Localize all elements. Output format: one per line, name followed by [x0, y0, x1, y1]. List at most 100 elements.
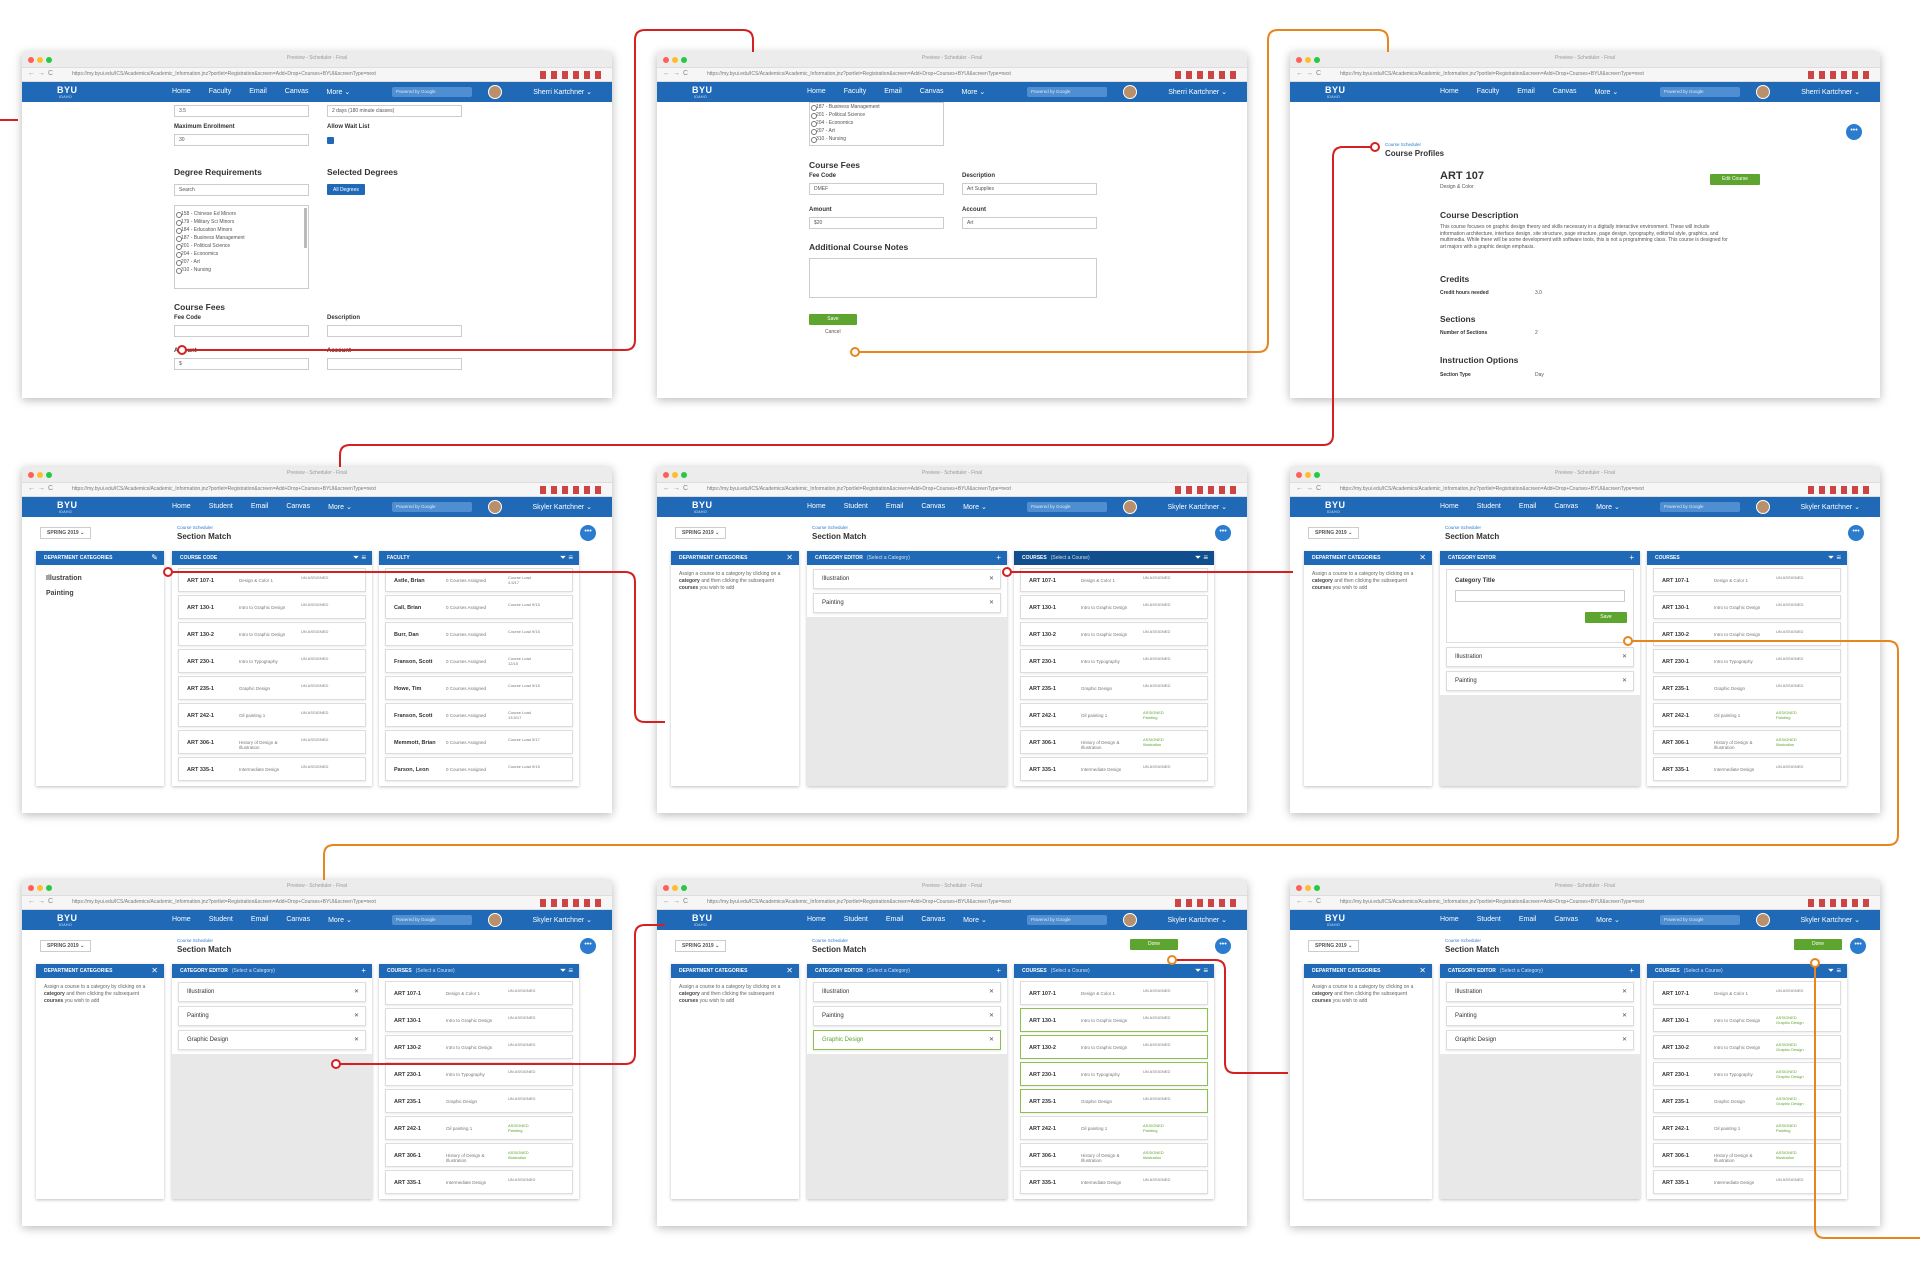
category-row[interactable]: Painting ✕ [813, 1006, 1001, 1026]
filter-icon[interactable]: ⏷ ≡ [1195, 966, 1208, 976]
browser-nav-buttons[interactable]: ←→C [663, 485, 691, 492]
course-row[interactable]: ART 235-1 Graphic Design UN ASSIGNED [1653, 676, 1841, 700]
nav-email[interactable]: Email [886, 503, 904, 511]
course-row[interactable]: ART 242-1 Oil painting 1 ASSIGNED Painting [1020, 1116, 1208, 1140]
nav-more[interactable]: More ⌄ [962, 88, 986, 96]
byu-logo[interactable]: BYU [1325, 85, 1346, 95]
nav-home[interactable]: Home [807, 88, 826, 96]
nav-email[interactable]: Email [886, 916, 904, 924]
save-button[interactable]: Save [809, 314, 857, 325]
browser-nav-buttons[interactable]: ←→C [1296, 485, 1324, 492]
course-row[interactable]: ART 130-2 Intro to Graphic Design UN ASSIG… [1020, 622, 1208, 646]
course-row[interactable]: ART 235-1 Graphic Design ASSIGNED Graphic … [1653, 1089, 1841, 1113]
chat-button[interactable]: ••• [1215, 525, 1231, 541]
close-icon[interactable]: ✕ [1419, 553, 1426, 562]
course-row[interactable]: ART 242-1 Oil painting 1 ASSIGNED Painting [1653, 1116, 1841, 1140]
avatar[interactable] [1756, 500, 1770, 514]
breadcrumb[interactable]: Course Scheduler [177, 938, 213, 943]
list-item[interactable]: 310 - Nursing [810, 135, 943, 143]
account-field[interactable]: Art [962, 217, 1097, 229]
semester-select[interactable]: SPRING 2019 ⌄ [1308, 527, 1360, 539]
user-menu[interactable]: Skyler Kartchner ⌄ [1167, 916, 1227, 924]
course-row[interactable]: ART 335-1 Intermediate Design UN ASSIGNED [178, 757, 366, 781]
filter-icon[interactable]: ⏷ ≡ [560, 966, 573, 976]
fee-description-field[interactable] [327, 325, 462, 337]
byu-logo[interactable]: BYU [57, 85, 78, 95]
search-input[interactable]: Powered by Google [1027, 915, 1107, 925]
course-row[interactable]: ART 130-2 Intro to Graphic Design UN ASSIG… [385, 1035, 573, 1059]
list-item[interactable]: 201 - Political Science [175, 242, 308, 250]
chat-button[interactable]: ••• [1846, 124, 1862, 140]
address-bar[interactable]: https://my.byui.edu/ICS/Academics/Academ… [1340, 899, 1800, 907]
chat-button[interactable]: ••• [580, 938, 596, 954]
category-row[interactable]: Graphic Design ✕ [178, 1030, 366, 1050]
browser-nav-buttons[interactable]: ←→C [663, 70, 691, 77]
byu-logo[interactable]: BYU [692, 85, 713, 95]
close-icon[interactable]: ✕ [989, 575, 994, 582]
breadcrumb[interactable]: Course Scheduler [1445, 525, 1481, 530]
close-icon[interactable]: ✕ [989, 988, 994, 995]
address-bar[interactable]: https://my.byui.edu/ICS/Academics/Academ… [707, 486, 1167, 494]
list-item[interactable]: 187 - Business Management [175, 234, 308, 242]
chat-button[interactable]: ••• [1848, 525, 1864, 541]
close-icon[interactable]: ✕ [354, 1012, 359, 1019]
faculty-row[interactable]: Parson, Leon 0 Courses Assigned Course Loa… [385, 757, 573, 781]
course-row[interactable]: ART 130-2 Intro to Graphic Design UN ASSIG… [1653, 622, 1841, 646]
edit-icon[interactable]: ✎ [151, 553, 158, 562]
course-row[interactable]: ART 130-2 Intro to Graphic Design UN ASSIG… [178, 622, 366, 646]
user-menu[interactable]: Skyler Kartchner ⌄ [532, 916, 592, 924]
semester-select[interactable]: SPRING 2019 ⌄ [675, 940, 727, 952]
address-bar[interactable]: https://my.byui.edu/ICS/Academics/Academ… [707, 71, 1167, 79]
avatar[interactable] [1756, 913, 1770, 927]
save-button[interactable]: Save [1585, 612, 1627, 623]
address-bar[interactable]: https://my.byui.edu/ICS/Academics/Academ… [72, 71, 532, 79]
list-scrollbar[interactable] [304, 208, 307, 248]
nav-canvas[interactable]: Canvas [286, 916, 310, 924]
nav-more[interactable]: More ⌄ [1596, 916, 1620, 924]
nav-home[interactable]: Home [172, 503, 191, 511]
done-button[interactable]: Done [1794, 939, 1842, 950]
breadcrumb[interactable]: Course Scheduler [1385, 142, 1421, 147]
address-bar[interactable]: https://my.byui.edu/ICS/Academics/Academ… [1340, 486, 1800, 494]
search-input[interactable]: Powered by Google [1660, 915, 1740, 925]
search-input[interactable]: Powered by Google [392, 915, 472, 925]
nav-student[interactable]: Student [844, 503, 868, 511]
nav-more[interactable]: More ⌄ [1596, 503, 1620, 511]
nav-student[interactable]: Student [1477, 916, 1501, 924]
nav-student[interactable]: Student [209, 503, 233, 511]
close-icon[interactable]: ✕ [354, 988, 359, 995]
user-menu[interactable]: Skyler Kartchner ⌄ [532, 503, 592, 511]
nav-home[interactable]: Home [807, 503, 826, 511]
browser-nav-buttons[interactable]: ←→C [1296, 898, 1324, 905]
chat-button[interactable]: ••• [1215, 938, 1231, 954]
done-button[interactable]: Done [1130, 939, 1178, 950]
search-input[interactable]: Powered by Google [392, 502, 472, 512]
avatar[interactable] [1123, 500, 1137, 514]
course-row[interactable]: ART 242-1 Oil painting 1 UN ASSIGNED [178, 703, 366, 727]
nav-more[interactable]: More ⌄ [327, 88, 351, 96]
nav-email[interactable]: Email [1519, 916, 1537, 924]
course-row[interactable]: ART 107-1 Design & Color 1 UN ASSIGNED [178, 568, 366, 592]
course-row[interactable]: ART 335-1 Intermediate Design UN ASSIGNED [1020, 1170, 1208, 1194]
close-icon[interactable]: ✕ [1622, 988, 1627, 995]
search-input[interactable]: Powered by Google [1027, 502, 1107, 512]
user-menu[interactable]: Sherri Kartchner ⌄ [1168, 88, 1227, 96]
course-row[interactable]: ART 306-1 History of Design & Illustratio… [1653, 730, 1841, 754]
nav-faculty[interactable]: Faculty [209, 88, 232, 96]
list-item[interactable]: 187 - Business Management [810, 103, 943, 111]
category-row[interactable]: Illustration ✕ [1446, 647, 1634, 667]
course-row[interactable]: ART 130-1 Intro to Graphic Design UN ASSIG… [1653, 595, 1841, 619]
nav-canvas[interactable]: Canvas [1554, 503, 1578, 511]
close-icon[interactable]: ✕ [1622, 1012, 1627, 1019]
byu-logo[interactable]: BYU [692, 913, 713, 923]
course-row[interactable]: ART 235-1 Graphic Design UN ASSIGNED [385, 1089, 573, 1113]
search-input[interactable]: Powered by Google [1660, 502, 1740, 512]
nav-home[interactable]: Home [1440, 916, 1459, 924]
credits-field[interactable]: 3.5 [174, 105, 309, 117]
course-row[interactable]: ART 130-1 Intro to Graphic Design UN ASSIG… [1020, 1008, 1208, 1032]
category-row[interactable]: Illustration ✕ [1446, 982, 1634, 1002]
nav-student[interactable]: Student [844, 916, 868, 924]
wait-list-checkbox[interactable] [327, 137, 334, 144]
nav-canvas[interactable]: Canvas [921, 916, 945, 924]
avatar[interactable] [488, 85, 502, 99]
